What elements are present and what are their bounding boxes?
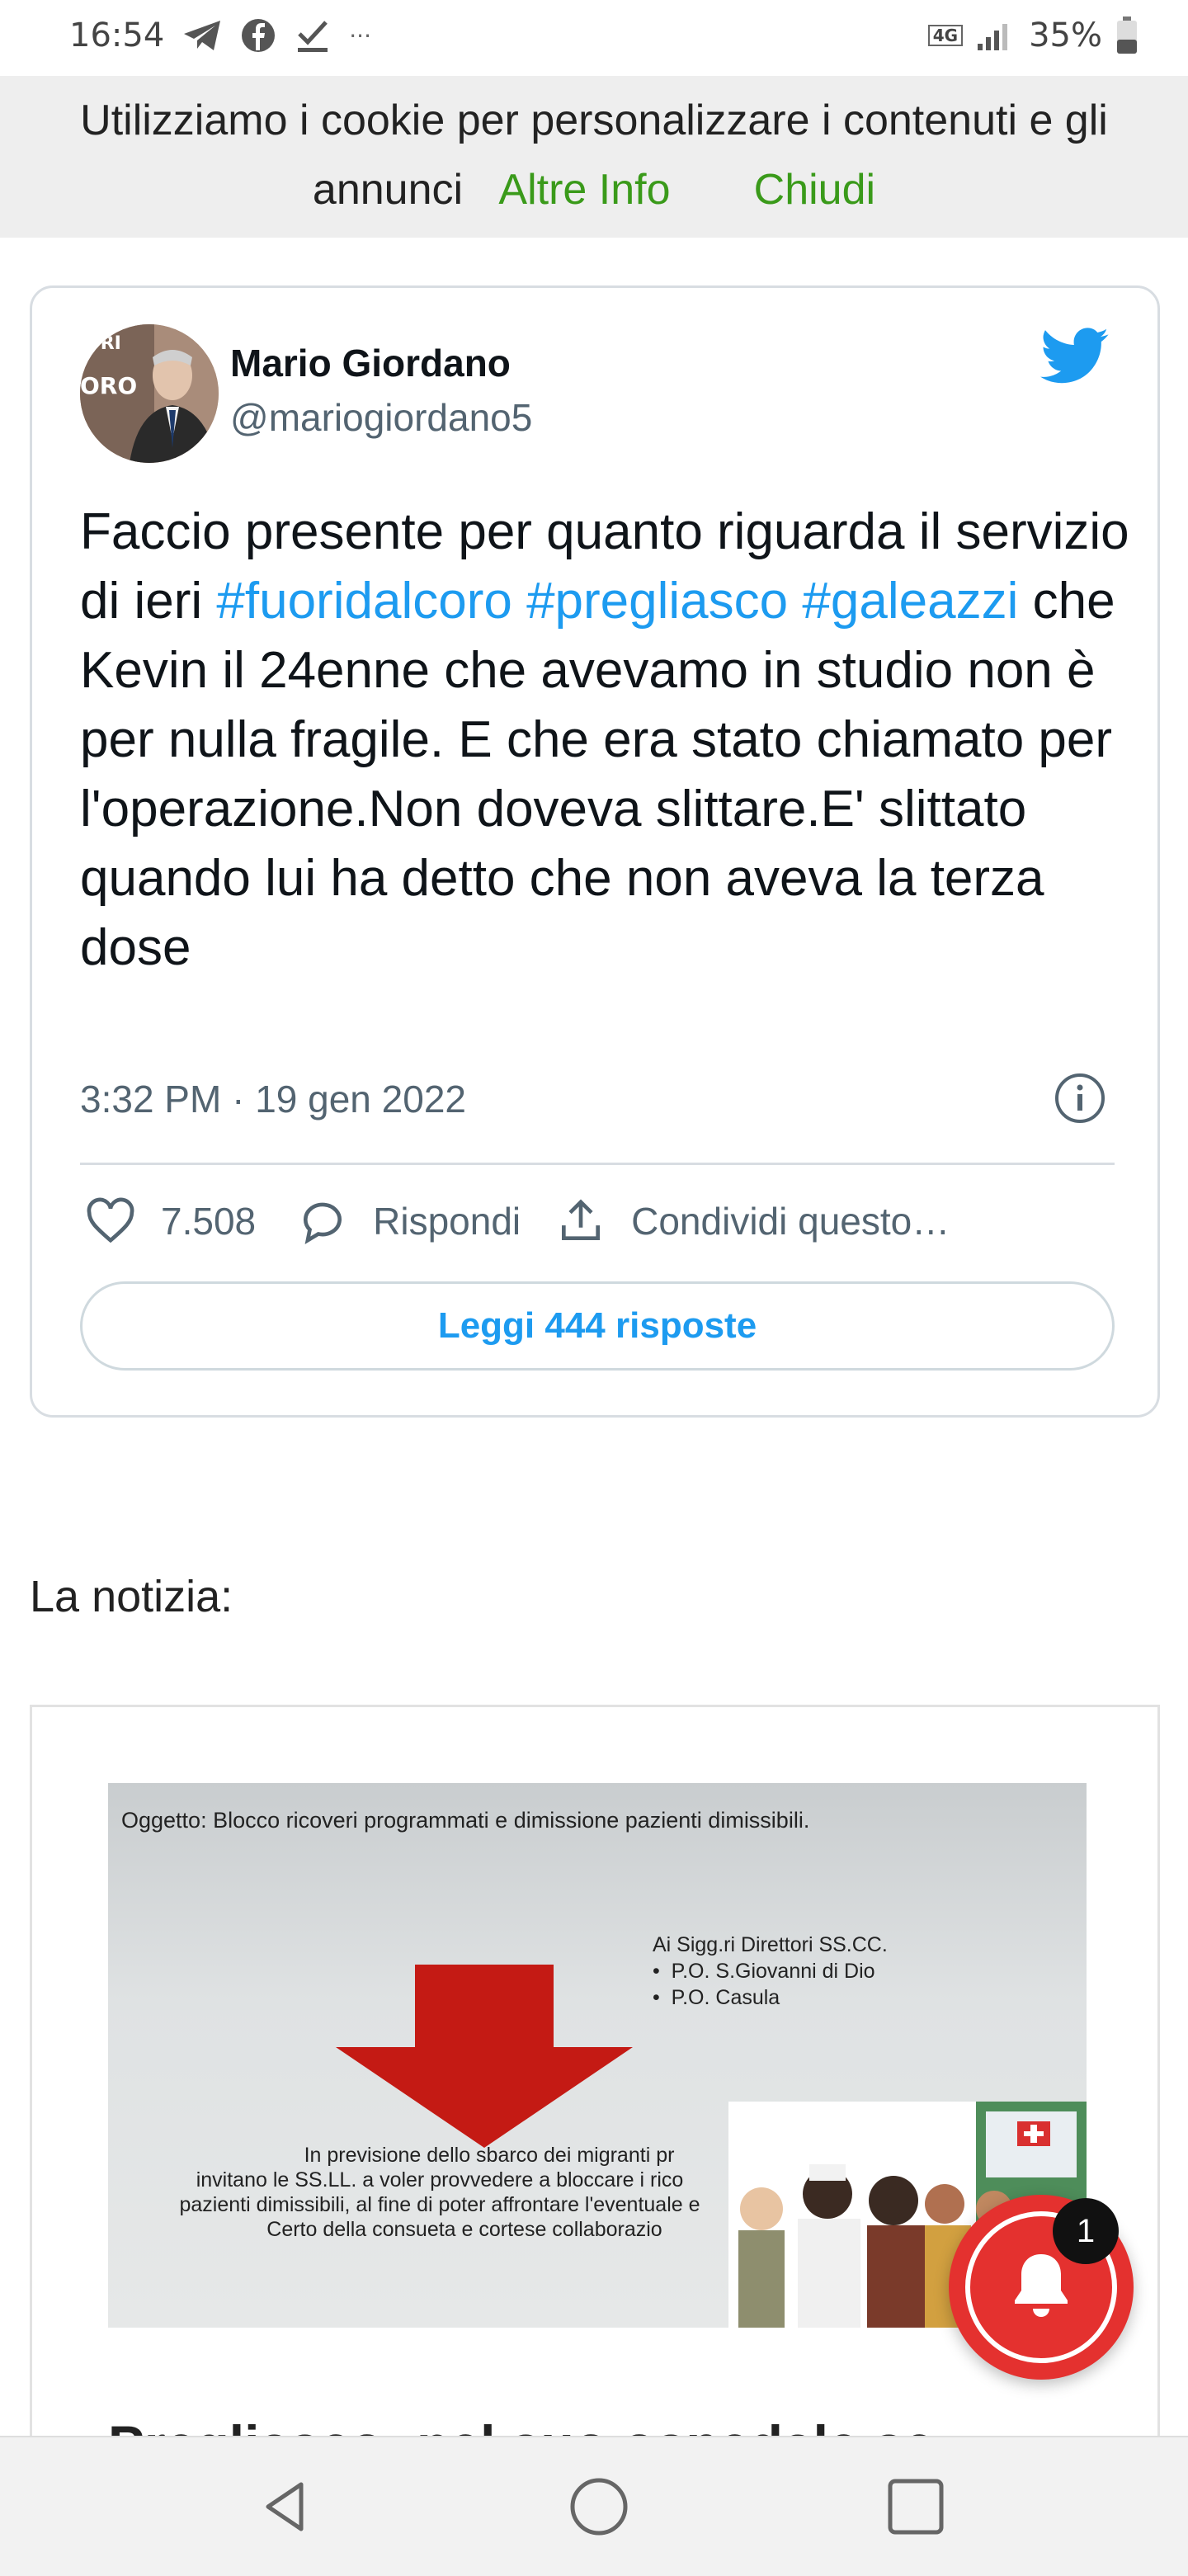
article-image[interactable]: Oggetto: Blocco ricoveri programmati e d… [108,1783,1087,2328]
news-label: La notizia: [30,1572,233,1621]
hashtag-link-pregliasco[interactable]: #pregliasco [526,573,788,630]
tweet-text: Faccio presente per quanto riguarda il s… [80,498,1144,983]
navigation-bar [0,2436,1188,2576]
reply-label: Rispondi [373,1200,521,1243]
avatar[interactable]: ORI ORO [80,324,219,463]
hashtag-link-fuoridalcoro[interactable]: #fuoridalcoro [216,573,512,630]
red-arrow-icon [336,1965,633,2148]
facebook-icon [240,17,276,54]
cookie-text-annunci: annunci [312,166,464,214]
like-count: 7.508 [161,1200,257,1243]
doc-recipient-item: • P.O. Casula [653,1986,780,2009]
doc-body-line: invitano le SS.LL. a voler provvedere a … [196,2168,684,2191]
status-bar: 16:54 ··· 4G 35% [0,0,1188,76]
divider [80,1163,1115,1165]
share-button[interactable]: Condividi questo… [555,1196,950,1247]
doc-recipient-item: • P.O. S.Giovanni di Dio [653,1960,875,1983]
doc-body: In previsione dello sbarco dei migranti … [118,2143,761,2242]
heart-icon [85,1196,136,1247]
cookie-text-line1: Utilizziamo i cookie per personalizzare … [80,97,1108,144]
share-label: Condividi questo… [631,1200,950,1243]
doc-recipient-text: P.O. Casula [671,1986,780,2009]
reply-button[interactable]: Rispondi [297,1196,521,1247]
battery-icon [1115,17,1138,54]
more-info-link[interactable]: Altre Info [498,166,670,214]
back-icon [266,2482,304,2531]
battery-percent: 35% [1029,17,1102,54]
tweet-text-part2: che Kevin il 24enne che avevamo in studi… [80,573,1115,976]
article-card[interactable]: Oggetto: Blocco ricoveri programmati e d… [30,1705,1160,2530]
share-icon [555,1196,606,1247]
telegram-icon [182,19,222,52]
recents-icon [888,2479,944,2535]
network-type: 4G [927,25,964,46]
close-cookie-button[interactable]: Chiudi [754,166,875,214]
cookie-text-line2: annunci Altre Info Chiudi [0,155,1188,224]
doc-recipient-header: Ai Sigg.ri Direttori SS.CC. [653,1933,888,1956]
doc-recipients: Ai Sigg.ri Direttori SS.CC. • P.O. S.Gio… [653,1932,888,2011]
cookie-banner: Utilizziamo i cookie per personalizzare … [0,76,1188,238]
download-done-icon [295,17,331,54]
home-icon [570,2478,628,2536]
doc-body-line: pazienti dimissibili, al fine di poter a… [179,2193,700,2216]
comment-icon [297,1196,348,1247]
notification-badge: 1 [1053,2198,1119,2264]
doc-body-line: Certo della consueta e cortese collabora… [266,2218,662,2241]
back-button[interactable] [252,2474,318,2540]
doc-subject: Oggetto: Blocco ricoveri programmati e d… [121,1808,810,1833]
avatar-text-bottom: ORO [80,372,137,399]
doc-recipient-text: P.O. S.Giovanni di Dio [671,1960,875,1983]
signal-icon [976,19,1016,52]
read-replies-button[interactable]: Leggi 444 risposte [80,1281,1115,1371]
twitter-icon[interactable] [1040,328,1110,385]
info-icon[interactable] [1054,1072,1106,1125]
author-name[interactable]: Mario Giordano [230,341,511,385]
doc-body-line: In previsione dello sbarco dei migranti … [304,2144,675,2167]
tweet-actions: 7.508 Rispondi Condividi questo… [80,1192,1144,1250]
author-handle[interactable]: @mariogiordano5 [230,395,532,440]
recents-button[interactable] [883,2474,949,2540]
hashtag-link-galeazzi[interactable]: #galeazzi [802,573,1018,630]
clock: 16:54 [69,17,165,54]
tweet-timestamp[interactable]: 3:32 PM · 19 gen 2022 [80,1077,466,1121]
more-icon: ··· [349,21,371,50]
embedded-tweet[interactable]: ORI ORO Mario Giordano @mariogiordano5 F… [30,285,1160,1418]
avatar-text-top: ORI [85,333,121,354]
like-button[interactable]: 7.508 [85,1196,256,1247]
home-button[interactable] [566,2474,632,2540]
